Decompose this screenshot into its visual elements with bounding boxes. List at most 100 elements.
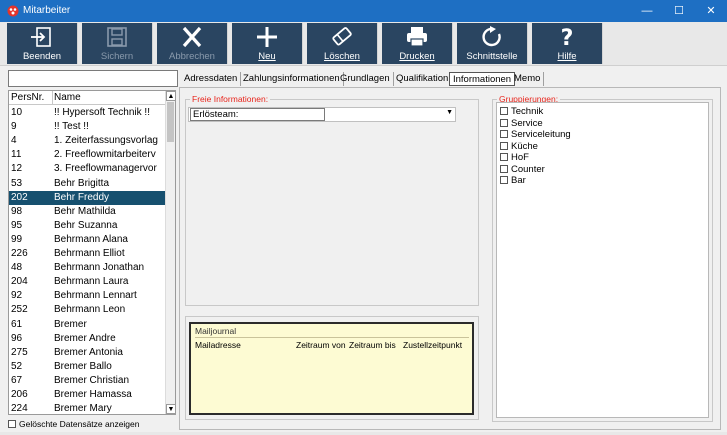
list-row[interactable]: 9 !! Test !! (9, 120, 166, 134)
save-button[interactable]: Sichern (82, 23, 153, 64)
list-row[interactable]: 11 2. Freeflowmitarbeiterv (9, 148, 166, 162)
grouping-label: Küche (511, 140, 538, 152)
list-row[interactable]: 12 3. Freeflowmanagervor (9, 162, 166, 176)
checkbox-box[interactable] (500, 176, 508, 184)
erloesteam-field[interactable]: Erlösteam: ▼ (188, 107, 456, 122)
column-header-name[interactable]: Name (54, 92, 81, 103)
row-name: Behr Suzanna (54, 219, 118, 231)
tab-adressdaten[interactable]: Adressdaten (181, 72, 242, 86)
checkbox-box[interactable] (500, 118, 508, 127)
row-name: Behrmann Alana (54, 233, 128, 245)
search-input[interactable] (8, 70, 178, 87)
column-header-persnr[interactable]: PersNr. (11, 92, 44, 103)
row-name: 3. Freeflowmanagervor (54, 163, 157, 175)
row-persnr: 10 (11, 107, 23, 118)
free-info-group: Freie Informationen: (185, 94, 479, 306)
list-row[interactable]: 4 1. Zeiterfassungsvorlag (9, 134, 166, 148)
grouping-checkbox[interactable]: Küche (500, 141, 538, 152)
print-button-label: Drucken (399, 51, 435, 62)
tab-qualifikation[interactable]: Qualifikation (393, 72, 453, 86)
list-row[interactable]: 98 Behr Mathilda (9, 205, 166, 219)
mailjournal-col-address: Mailadresse (195, 340, 241, 350)
row-name: Behrmann Jonathan (54, 262, 145, 274)
tab-memo[interactable]: Memo (511, 72, 545, 86)
checkbox-box[interactable] (500, 164, 508, 173)
employee-list[interactable]: PersNr. Name 10 !! Hypersoft Technik !! 9!… (8, 90, 176, 415)
list-row[interactable]: 95 Behr Suzanna (9, 219, 166, 233)
grouping-checkbox[interactable]: Service (500, 118, 543, 129)
close-button[interactable]: ✕ (694, 0, 727, 22)
list-row[interactable]: 224 Bremer Mary (9, 402, 166, 414)
list-row[interactable]: 226 Behrmann Elliot (9, 247, 166, 261)
row-name: Behrmann Laura (54, 276, 129, 288)
grouping-checkbox[interactable]: HoF (500, 152, 529, 163)
minimize-button[interactable]: — (630, 0, 664, 22)
checkbox-box[interactable] (8, 420, 16, 428)
list-row[interactable]: 52 Bremer Ballo (9, 360, 166, 374)
new-button[interactable]: Neu (232, 23, 303, 64)
row-name: Bremer Andre (54, 332, 116, 344)
row-persnr: 98 (11, 205, 23, 217)
list-header: PersNr. Name (9, 91, 166, 105)
tab-informationen[interactable]: Informationen (449, 72, 516, 86)
dropdown-arrow-icon[interactable]: ▼ (446, 109, 453, 116)
erloesteam-label: Erlösteam: (190, 108, 325, 121)
exit-button[interactable]: Beenden (7, 23, 78, 64)
row-persnr: 95 (11, 219, 23, 231)
checkbox-box[interactable] (500, 153, 508, 161)
cancel-button[interactable]: Abbrechen (157, 23, 228, 64)
row-persnr: 226 (11, 248, 28, 259)
list-row[interactable]: 99 Behrmann Alana (9, 233, 166, 247)
checkbox-box[interactable] (500, 141, 508, 150)
grouping-checkbox[interactable]: Bar (500, 175, 526, 186)
delete-button[interactable]: Löschen (307, 23, 378, 64)
help-button-label: Hilfe (557, 51, 577, 62)
list-row[interactable]: 10 !! Hypersoft Technik !! (9, 106, 166, 120)
scroll-down-arrow[interactable]: ▼ (166, 404, 175, 414)
checkbox-box[interactable] (500, 107, 508, 115)
list-row[interactable]: 204 Behrmann Laura (9, 275, 166, 289)
refresh-icon (482, 26, 501, 47)
new-button-label: Neu (258, 51, 276, 62)
window-title: Mitarbeiter (23, 5, 71, 16)
help-button[interactable]: ? Hilfe (532, 23, 603, 64)
list-row[interactable]: 96 Bremer Andre (9, 332, 166, 346)
grouping-checkbox[interactable]: Counter (500, 164, 545, 175)
grouping-checkbox[interactable]: Serviceleitung (500, 129, 571, 140)
interface-button[interactable]: Schnittstelle (457, 23, 528, 64)
mailjournal-col-from: Zeitraum von (296, 340, 346, 350)
row-persnr: 204 (11, 276, 28, 288)
list-row[interactable]: 252 Behrmann Leon (9, 303, 166, 317)
list-row[interactable]: 53 Behr Brigitta (9, 177, 166, 191)
list-row[interactable]: 92 Behrmann Lennart (9, 289, 166, 303)
list-scrollbar[interactable]: ▲ ▼ (165, 91, 175, 414)
toolbar: Beenden Sichern Abbrechen Neu Löschen Dr… (0, 22, 727, 66)
row-persnr: 11 (11, 149, 22, 161)
grouping-checkbox[interactable]: Technik (500, 106, 543, 117)
row-name: Bremer Antonia (54, 346, 123, 358)
list-row[interactable]: 67 Bremer Christian (9, 374, 166, 388)
scroll-thumb[interactable] (167, 102, 174, 142)
print-button[interactable]: Drucken (382, 23, 453, 64)
checkbox-box[interactable] (500, 130, 508, 138)
exit-icon (31, 27, 51, 47)
tab-zahlungsinformationen[interactable]: Zahlungsinformationen (240, 72, 344, 86)
save-icon (107, 27, 127, 47)
show-deleted-label: Gelöschte Datensätze anzeigen (19, 419, 140, 429)
list-row[interactable]: 206 Bremer Hamassa (9, 388, 166, 402)
tab-grundlagen[interactable]: Grundlagen (337, 72, 394, 86)
grouping-list: Technik Service Serviceleitung Küche HoF Coun… (496, 102, 709, 418)
row-persnr: 275 (11, 346, 28, 358)
row-persnr: 252 (11, 304, 28, 316)
list-row[interactable]: 202 Behr Freddy (9, 190, 166, 205)
list-row[interactable]: 61 Bremer (9, 318, 166, 332)
maximize-button[interactable]: ☐ (662, 0, 696, 22)
list-row[interactable]: 275 Bremer Antonia (9, 346, 166, 360)
show-deleted-checkbox[interactable]: Gelöschte Datensätze anzeigen (8, 419, 178, 431)
grouping-label: Serviceleitung (511, 129, 571, 140)
list-row[interactable]: 48 Behrmann Jonathan (9, 261, 166, 275)
scroll-up-arrow[interactable]: ▲ (166, 91, 175, 101)
row-name: Behrmann Elliot (54, 248, 125, 259)
cancel-icon (182, 26, 202, 48)
printer-icon (407, 27, 427, 47)
